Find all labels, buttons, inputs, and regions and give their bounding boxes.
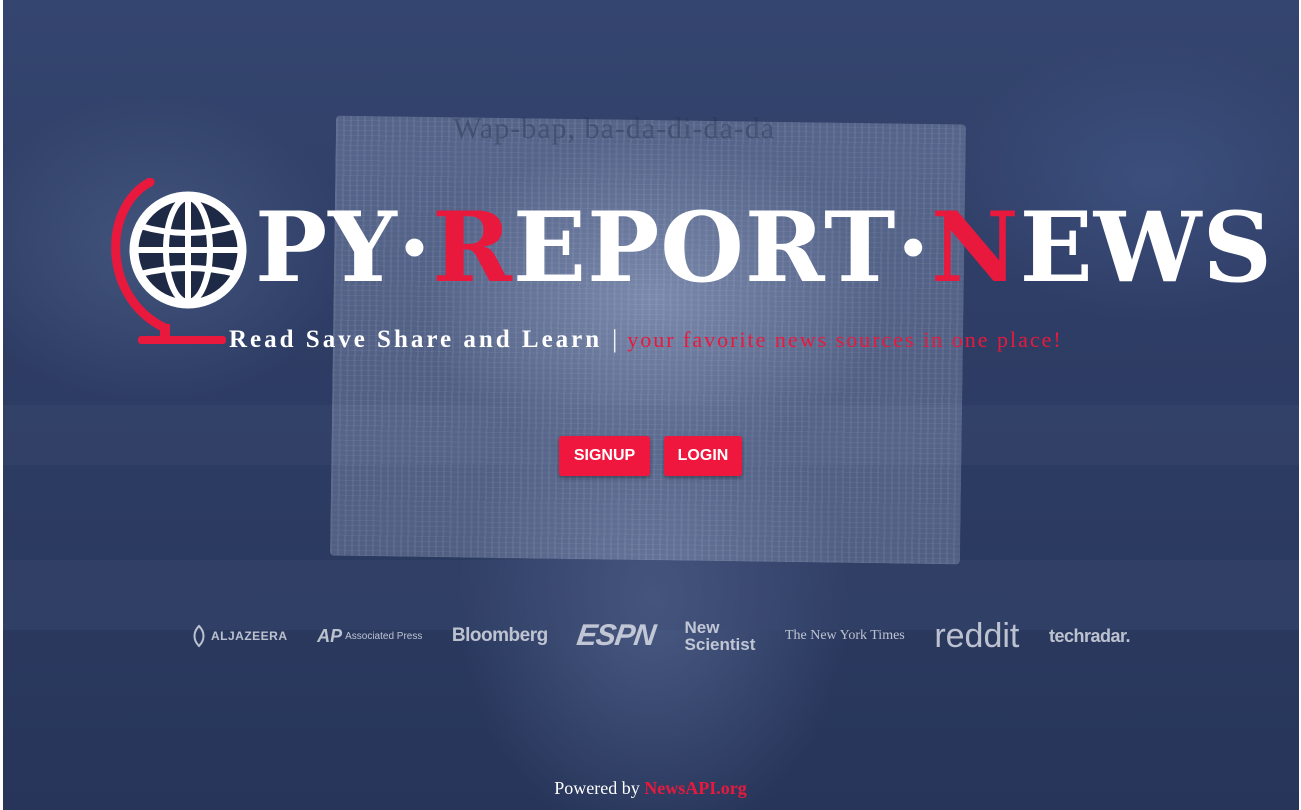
espn-logo: ESPN	[575, 619, 658, 652]
bloomberg-logo: Bloomberg	[451, 625, 548, 646]
signup-button[interactable]: SIGNUP	[559, 436, 650, 476]
source-label: ALJAZEERA	[211, 629, 288, 643]
news-sources-row: ALJAZEERA AP Associated Press Bloomberg …	[190, 614, 1131, 658]
techradar-logo: techradar.	[1048, 625, 1131, 646]
tagline-separator: |	[612, 326, 618, 353]
login-button[interactable]: LOGIN	[664, 436, 742, 476]
background-newspaper-headline: Wap-bap, ba-da-di-da-da	[453, 112, 776, 145]
brand-title-part: EPORT·	[512, 191, 931, 304]
brand-logo	[110, 178, 250, 348]
hero-background: Wap-bap, ba-da-di-da-da	[3, 0, 1299, 810]
reddit-logo: reddit	[934, 616, 1020, 655]
tagline-sub: your favorite news sources in one place!	[627, 327, 1063, 352]
footer: Powered by NewsAPI.org	[0, 778, 1301, 799]
nytimes-logo: The New York Times	[784, 628, 905, 643]
auth-buttons: SIGNUP LOGIN	[559, 436, 742, 476]
brand-title: PY·REPORT·NEWS	[255, 200, 1273, 296]
ap-mark: AP	[317, 625, 343, 646]
brand-title-part: PY·	[255, 191, 433, 304]
footer-prefix: Powered by	[554, 778, 640, 798]
brand-title-part: EWS	[1019, 191, 1273, 304]
tagline: Read Save Share and Learn | your favorit…	[229, 326, 1063, 354]
source-label: Associated Press	[345, 630, 423, 642]
aljazeera-mark-icon	[193, 624, 205, 648]
globe-icon	[111, 178, 247, 344]
associated-press-logo: AP Associated Press	[317, 626, 422, 647]
brand-title-accent-letter: R	[432, 191, 513, 304]
newsapi-link[interactable]: NewsAPI.org	[644, 778, 746, 798]
new-scientist-logo: New Scientist	[684, 618, 756, 654]
tagline-main: Read Save Share and Learn	[229, 326, 603, 353]
brand-title-accent-letter: N	[930, 191, 1020, 304]
aljazeera-logo: ALJAZEERA	[190, 624, 288, 648]
